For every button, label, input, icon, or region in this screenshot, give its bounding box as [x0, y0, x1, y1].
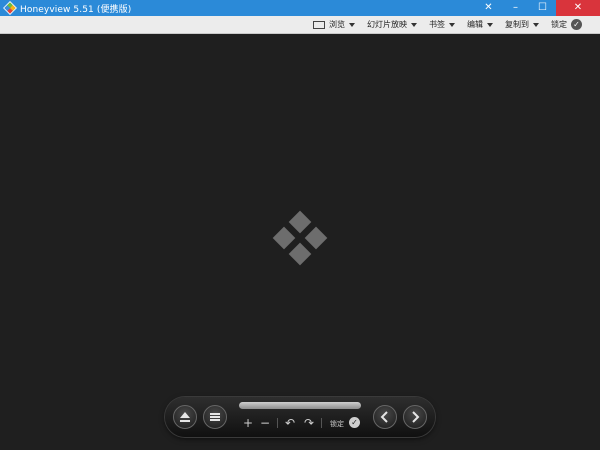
menu-edit[interactable]: 编辑: [461, 16, 499, 34]
menu-button[interactable]: [203, 405, 227, 429]
menu-lock-label: 锁定: [551, 20, 567, 29]
prev-button[interactable]: [373, 405, 397, 429]
next-icon: [412, 411, 420, 423]
progress-slider[interactable]: [239, 402, 361, 409]
zoom-in-icon[interactable]: +: [241, 416, 255, 430]
app-window: Honeyview 5.51 (便携版) ✕ – ☐ ✕ 浏览 幻灯片放映 书签…: [0, 0, 600, 450]
image-canvas[interactable]: [0, 34, 600, 450]
close-button[interactable]: ✕: [556, 0, 600, 16]
title-bar: Honeyview 5.51 (便携版) ✕ – ☐ ✕: [0, 0, 600, 16]
rotate-left-icon[interactable]: ↶: [283, 416, 297, 430]
honeyview-diamond-logo: [272, 210, 328, 270]
menu-bookmarks[interactable]: 书签: [423, 16, 461, 34]
menu-slideshow[interactable]: 幻灯片放映: [361, 16, 423, 34]
menu-icon: [210, 413, 220, 421]
close-small-icon[interactable]: ✕: [475, 0, 502, 16]
menu-browse-label: 浏览: [329, 20, 345, 29]
chevron-down-icon: [449, 22, 455, 27]
check-circle-icon[interactable]: ✓: [349, 417, 360, 428]
menu-copy-to[interactable]: 复制到: [499, 16, 545, 34]
menu-bar: 浏览 幻灯片放映 书签 编辑 复制到 锁定 ✓: [0, 16, 600, 34]
menu-copy-to-label: 复制到: [505, 20, 529, 29]
window-controls: ✕ – ☐ ✕: [475, 0, 600, 16]
chevron-down-icon: [349, 22, 355, 27]
chevron-down-icon: [411, 22, 417, 27]
screen-icon: [313, 20, 325, 29]
divider: [321, 418, 322, 428]
next-button[interactable]: [403, 405, 427, 429]
menu-edit-label: 编辑: [467, 20, 483, 29]
divider: [277, 418, 278, 428]
chevron-down-icon: [487, 22, 493, 27]
menu-bookmarks-label: 书签: [429, 20, 445, 29]
zoom-out-icon[interactable]: −: [258, 416, 272, 430]
menu-slideshow-label: 幻灯片放映: [367, 20, 407, 29]
maximize-button[interactable]: ☐: [529, 0, 556, 16]
prev-icon: [380, 411, 388, 423]
window-title: Honeyview 5.51 (便携版): [20, 4, 132, 15]
eject-button[interactable]: [173, 405, 197, 429]
menu-browse[interactable]: 浏览: [307, 16, 361, 34]
menu-lock[interactable]: 锁定 ✓: [545, 16, 588, 34]
control-bar: + − ↶ ↷ 锁定 ✓: [165, 397, 435, 437]
check-circle-icon: ✓: [571, 19, 582, 30]
rotate-right-icon[interactable]: ↷: [302, 416, 316, 430]
app-logo-icon: [3, 1, 17, 15]
lock-label[interactable]: 锁定: [330, 419, 344, 429]
minimize-button[interactable]: –: [502, 0, 529, 16]
chevron-down-icon: [533, 22, 539, 27]
eject-icon: [180, 412, 190, 422]
